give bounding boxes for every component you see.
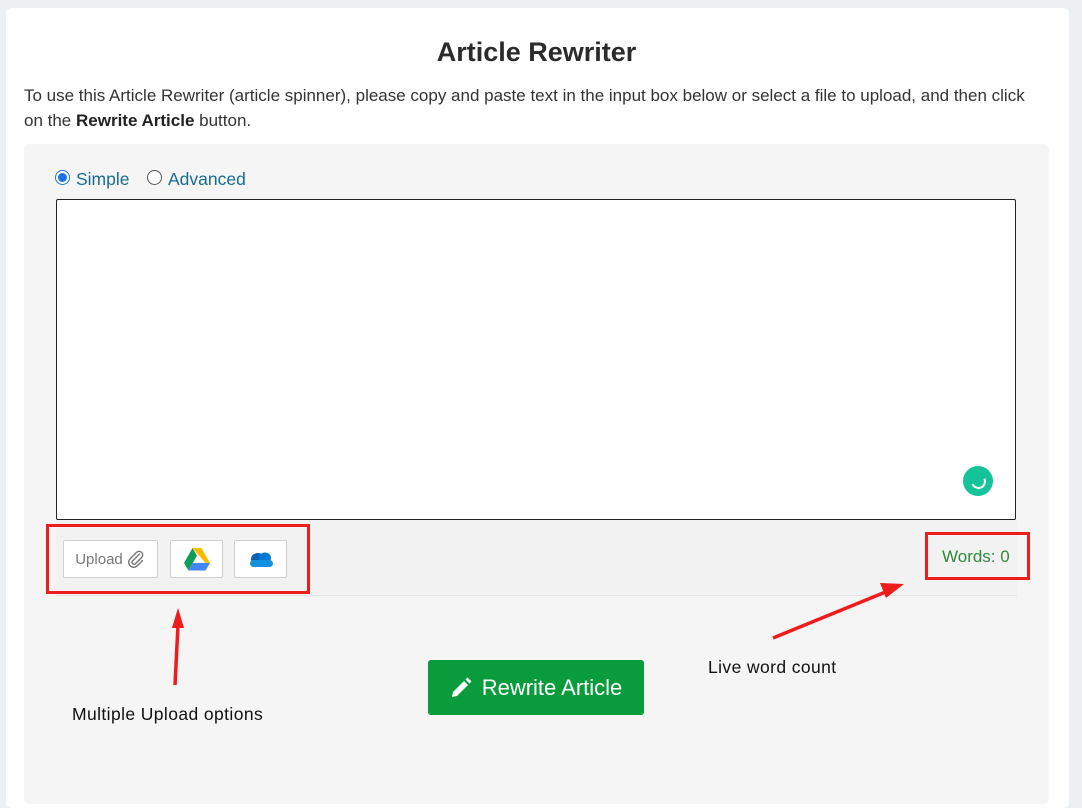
pencil-icon (451, 677, 472, 697)
upload-annotation-label: Multiple Upload options (72, 704, 264, 724)
arrow-diagonal-icon (772, 583, 904, 640)
word-count-annotation-label: Live word count (708, 657, 837, 677)
rewrite-article-label: Rewrite Article (481, 674, 623, 700)
arrow-up-icon (172, 608, 184, 686)
rewrite-article-button[interactable]: Rewrite Article (428, 660, 644, 715)
